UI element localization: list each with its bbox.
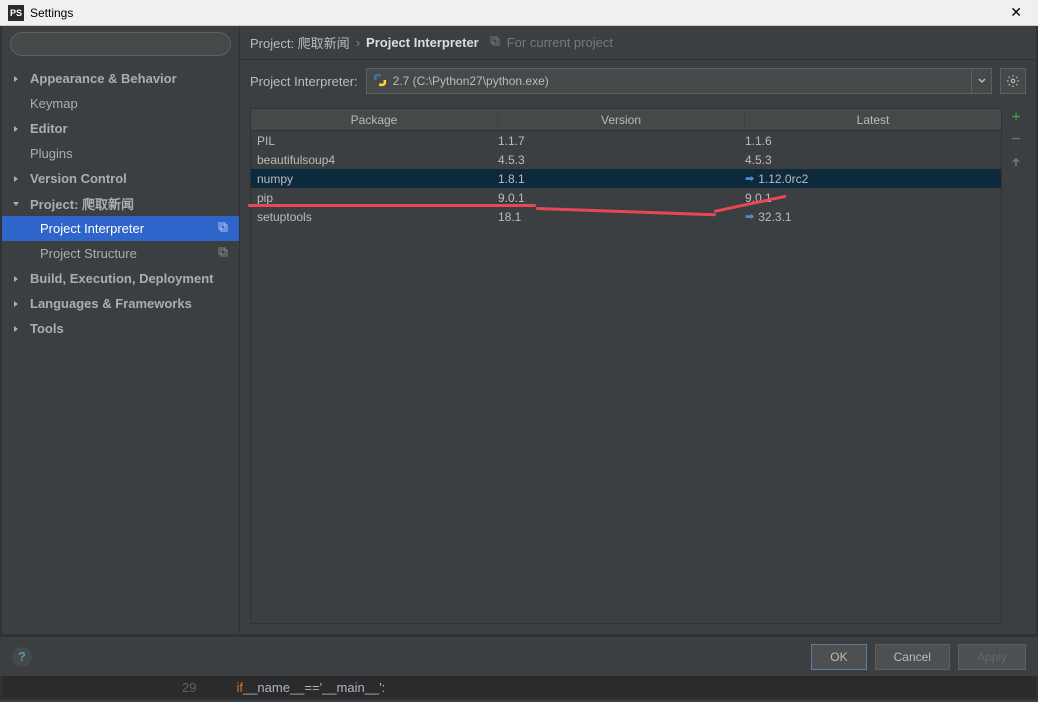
sidebar-item-appearance-behavior[interactable]: Appearance & Behavior xyxy=(2,66,239,91)
breadcrumb-separator: › xyxy=(356,35,360,50)
settings-tree: Appearance & Behavior Keymap Editor Plugins… xyxy=(2,62,239,634)
copy-icon xyxy=(489,35,501,50)
tree-arrow-icon xyxy=(12,75,24,83)
remove-package-button[interactable]: − xyxy=(1006,130,1026,150)
cell-latest: 4.5.3 xyxy=(745,153,1001,167)
tree-arrow-icon xyxy=(12,125,24,133)
sidebar-item-keymap[interactable]: Keymap xyxy=(2,91,239,116)
cell-latest: 1.1.6 xyxy=(745,134,1001,148)
tree-arrow-icon xyxy=(12,175,24,183)
sidebar-item-project-interpreter[interactable]: Project Interpreter xyxy=(2,216,239,241)
column-package[interactable]: Package xyxy=(251,113,498,127)
cell-latest: 9.0.1 xyxy=(745,191,1001,205)
sidebar-item-label: Keymap xyxy=(30,96,239,111)
interpreter-select[interactable]: 2.7 (C:\Python27\python.exe) xyxy=(366,68,992,94)
sidebar-item-label: Plugins xyxy=(30,146,239,161)
apply-button[interactable]: Apply xyxy=(958,644,1026,670)
table-row[interactable]: setuptools18.1➡32.3.1 xyxy=(251,207,1001,226)
python-icon xyxy=(373,73,387,90)
sidebar-item-label: Version Control xyxy=(30,171,239,186)
sidebar-item-label: Editor xyxy=(30,121,239,136)
cell-package: beautifulsoup4 xyxy=(257,153,498,167)
cell-package: pip xyxy=(257,191,498,205)
breadcrumb-hint: For current project xyxy=(507,35,613,50)
dialog-footer: ? OK Cancel Apply xyxy=(0,636,1038,676)
gear-button[interactable] xyxy=(1000,68,1026,94)
close-icon[interactable]: ✕ xyxy=(1002,2,1030,23)
cell-version: 1.8.1 xyxy=(498,172,745,186)
interpreter-value: 2.7 (C:\Python27\python.exe) xyxy=(393,74,549,88)
sidebar-item-project-structure[interactable]: Project Structure xyxy=(2,241,239,266)
copy-icon xyxy=(217,246,229,261)
cell-latest: ➡1.12.0rc2 xyxy=(745,172,1001,186)
sidebar: Appearance & Behavior Keymap Editor Plugins… xyxy=(2,26,240,634)
sidebar-item-label: Project Structure xyxy=(40,246,217,261)
tree-arrow-icon xyxy=(12,325,24,333)
update-arrow-icon: ➡ xyxy=(745,210,754,223)
sidebar-item-editor[interactable]: Editor xyxy=(2,116,239,141)
update-arrow-icon: ➡ xyxy=(745,172,754,185)
ok-button[interactable]: OK xyxy=(811,644,866,670)
cell-version: 18.1 xyxy=(498,210,745,224)
sidebar-item-label: Build, Execution, Deployment xyxy=(30,271,239,286)
tree-arrow-icon xyxy=(12,300,24,308)
cell-version: 4.5.3 xyxy=(498,153,745,167)
chevron-down-icon[interactable] xyxy=(971,69,991,93)
table-row[interactable]: beautifulsoup44.5.34.5.3 xyxy=(251,150,1001,169)
column-version[interactable]: Version xyxy=(498,113,745,127)
table-row[interactable]: pip9.0.19.0.1 xyxy=(251,188,1001,207)
cancel-button[interactable]: Cancel xyxy=(875,644,950,670)
help-button[interactable]: ? xyxy=(12,647,32,667)
table-row[interactable]: numpy1.8.1➡1.12.0rc2 xyxy=(251,169,1001,188)
cell-package: numpy xyxy=(257,172,498,186)
cell-latest: ➡32.3.1 xyxy=(745,210,1001,224)
sidebar-item-label: Project: 爬取新闻 xyxy=(30,194,239,213)
cell-version: 1.1.7 xyxy=(498,134,745,148)
sidebar-item-build-execution-deployment[interactable]: Build, Execution, Deployment xyxy=(2,266,239,291)
column-latest[interactable]: Latest xyxy=(745,113,1001,127)
tree-arrow-icon xyxy=(12,275,24,283)
sidebar-item-label: Tools xyxy=(30,321,239,336)
sidebar-item-version-control[interactable]: Version Control xyxy=(2,166,239,191)
tree-arrow-icon xyxy=(12,200,24,208)
breadcrumb: Project: 爬取新闻 › Project Interpreter For … xyxy=(240,26,1036,60)
table-row[interactable]: PIL1.1.71.1.6 xyxy=(251,131,1001,150)
upgrade-package-button[interactable] xyxy=(1006,152,1026,172)
titlebar: PS Settings ✕ xyxy=(0,0,1038,26)
search-input[interactable] xyxy=(10,32,231,56)
sidebar-item-project-[interactable]: Project: 爬取新闻 xyxy=(2,191,239,216)
copy-icon xyxy=(217,221,229,236)
cell-package: PIL xyxy=(257,134,498,148)
cell-version: 9.0.1 xyxy=(498,191,745,205)
sidebar-item-label: Languages & Frameworks xyxy=(30,296,239,311)
cell-package: setuptools xyxy=(257,210,498,224)
app-icon: PS xyxy=(8,5,24,21)
breadcrumb-project[interactable]: Project: 爬取新闻 xyxy=(250,33,350,52)
breadcrumb-page: Project Interpreter xyxy=(366,35,479,50)
sidebar-item-plugins[interactable]: Plugins xyxy=(2,141,239,166)
sidebar-item-label: Appearance & Behavior xyxy=(30,71,239,86)
interpreter-label: Project Interpreter: xyxy=(250,74,358,89)
editor-background: 29 if __name__ == '__main__': xyxy=(0,676,1038,700)
gear-icon xyxy=(1006,74,1020,88)
sidebar-item-languages-frameworks[interactable]: Languages & Frameworks xyxy=(2,291,239,316)
add-package-button[interactable]: + xyxy=(1006,108,1026,128)
window-title: Settings xyxy=(30,6,73,20)
line-number: 29 xyxy=(182,680,196,695)
sidebar-item-tools[interactable]: Tools xyxy=(2,316,239,341)
packages-table: Package Version Latest PIL1.1.71.1.6beau… xyxy=(250,108,1002,624)
sidebar-item-label: Project Interpreter xyxy=(40,221,217,236)
